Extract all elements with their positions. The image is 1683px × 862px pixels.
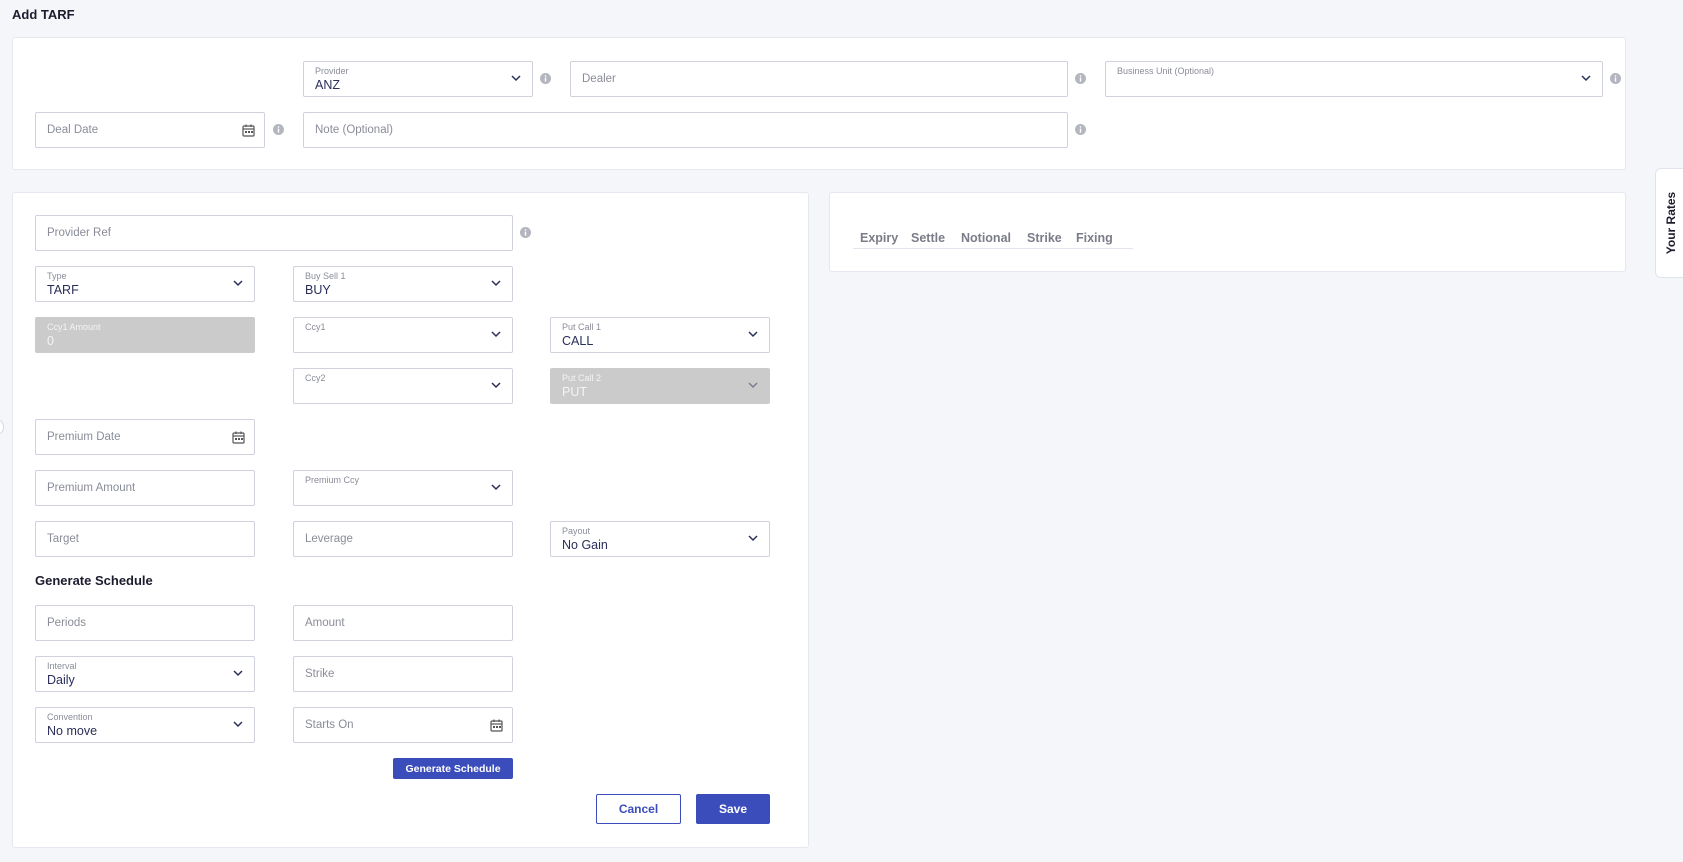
column-header-strike: Strike (1027, 231, 1062, 245)
amount-placeholder: Amount (305, 617, 345, 629)
your-rates-label: Your Rates (1663, 191, 1678, 255)
provider-ref-input[interactable]: Provider Ref (35, 215, 513, 251)
payout-label: Payout (562, 526, 591, 536)
chevron-down-icon (748, 535, 758, 542)
info-icon[interactable] (1610, 73, 1621, 84)
column-header-fixing: Fixing (1076, 231, 1113, 245)
amount-input[interactable]: Amount (293, 605, 513, 641)
strike-input[interactable]: Strike (293, 656, 513, 692)
chevron-down-icon (1581, 75, 1591, 82)
chevron-down-icon (491, 382, 501, 389)
interval-select[interactable]: Interval Daily (35, 656, 255, 692)
type-label: Type (47, 271, 67, 281)
chevron-down-icon (748, 382, 758, 389)
note-input[interactable]: Note (Optional) (303, 112, 1068, 148)
dealer-input[interactable]: Dealer (570, 61, 1068, 97)
premium-amount-input[interactable]: Premium Amount (35, 470, 255, 506)
calendar-icon[interactable] (242, 124, 255, 137)
column-header-settle: Settle (911, 231, 946, 245)
provider-label: Provider (315, 66, 349, 76)
drawer-handle[interactable] (0, 420, 4, 434)
convention-select[interactable]: Convention No move (35, 707, 255, 743)
chevron-down-icon (233, 670, 243, 677)
put-call-2-label: Put Call 2 (562, 373, 602, 383)
provider-ref-placeholder: Provider Ref (47, 227, 111, 239)
chevron-down-icon (233, 280, 243, 287)
column-header-notional: Notional (961, 231, 1011, 245)
put-call-1-value: CALL (562, 334, 594, 348)
type-value: TARF (47, 283, 79, 297)
buy-sell-1-label: Buy Sell 1 (305, 271, 346, 281)
premium-ccy-label: Premium Ccy (305, 475, 360, 485)
generate-schedule-heading: Generate Schedule (35, 573, 153, 588)
info-icon[interactable] (1075, 73, 1086, 84)
deal-header-card (12, 37, 1626, 170)
periods-input[interactable]: Periods (35, 605, 255, 641)
premium-date-placeholder: Premium Date (47, 431, 121, 443)
put-call-1-select[interactable]: Put Call 1 CALL (550, 317, 770, 353)
convention-value: No move (47, 724, 98, 738)
leverage-input[interactable]: Leverage (293, 521, 513, 557)
premium-ccy-select[interactable]: Premium Ccy (293, 470, 513, 506)
chevron-down-icon (748, 331, 758, 338)
provider-select[interactable]: Provider ANZ (303, 61, 533, 97)
column-header-expiry: Expiry (860, 231, 899, 245)
payout-value: No Gain (562, 538, 608, 552)
premium-amount-placeholder: Premium Amount (47, 482, 136, 494)
info-icon[interactable] (273, 124, 284, 135)
periods-placeholder: Periods (47, 617, 86, 629)
chevron-down-icon (491, 331, 501, 338)
payout-select[interactable]: Payout No Gain (550, 521, 770, 557)
ccy1-amount-label: Ccy1 Amount (47, 322, 101, 332)
table-header-divider (853, 248, 1133, 249)
calendar-icon[interactable] (490, 719, 503, 732)
premium-date-input[interactable]: Premium Date (35, 419, 255, 455)
chevron-down-icon (511, 75, 521, 82)
generate-schedule-button[interactable]: Generate Schedule (393, 758, 513, 779)
note-placeholder: Note (Optional) (315, 124, 393, 136)
save-button[interactable]: Save (696, 794, 770, 824)
business-unit-label: Business Unit (Optional) (1117, 66, 1215, 76)
ccy1-select[interactable]: Ccy1 (293, 317, 513, 353)
business-unit-select[interactable]: Business Unit (Optional) (1105, 61, 1603, 97)
dealer-placeholder: Dealer (582, 73, 616, 85)
starts-on-input[interactable]: Starts On (293, 707, 513, 743)
schedule-table-card (829, 192, 1626, 272)
target-placeholder: Target (47, 533, 79, 545)
ccy2-label: Ccy2 (305, 373, 326, 383)
ccy1-amount-value: 0 (47, 334, 54, 348)
ccy2-select[interactable]: Ccy2 (293, 368, 513, 404)
buy-sell-1-value: BUY (305, 283, 331, 297)
leverage-placeholder: Leverage (305, 533, 353, 545)
deal-date-placeholder: Deal Date (47, 124, 99, 136)
chevron-down-icon (491, 484, 501, 491)
info-icon[interactable] (540, 73, 551, 84)
ccy1-amount-input: Ccy1 Amount 0 (35, 317, 255, 353)
type-select[interactable]: Type TARF (35, 266, 255, 302)
put-call-2-value: PUT (562, 385, 587, 399)
target-input[interactable]: Target (35, 521, 255, 557)
page-title: Add TARF (12, 7, 75, 22)
starts-on-placeholder: Starts On (305, 719, 354, 731)
calendar-icon[interactable] (232, 431, 245, 444)
convention-label: Convention (47, 712, 93, 722)
put-call-1-label: Put Call 1 (562, 322, 602, 332)
buy-sell-1-select[interactable]: Buy Sell 1 BUY (293, 266, 513, 302)
deal-date-input[interactable]: Deal Date (35, 112, 265, 148)
put-call-2-select: Put Call 2 PUT (550, 368, 770, 404)
interval-value: Daily (47, 673, 75, 687)
chevron-down-icon (491, 280, 501, 287)
interval-label: Interval (47, 661, 77, 671)
ccy1-label: Ccy1 (305, 322, 326, 332)
your-rates-tab[interactable]: Your Rates (1655, 168, 1683, 278)
chevron-down-icon (233, 721, 243, 728)
info-icon[interactable] (520, 227, 531, 238)
info-icon[interactable] (1075, 124, 1086, 135)
provider-value: ANZ (315, 78, 340, 92)
cancel-button[interactable]: Cancel (596, 794, 681, 824)
strike-placeholder: Strike (305, 668, 335, 680)
